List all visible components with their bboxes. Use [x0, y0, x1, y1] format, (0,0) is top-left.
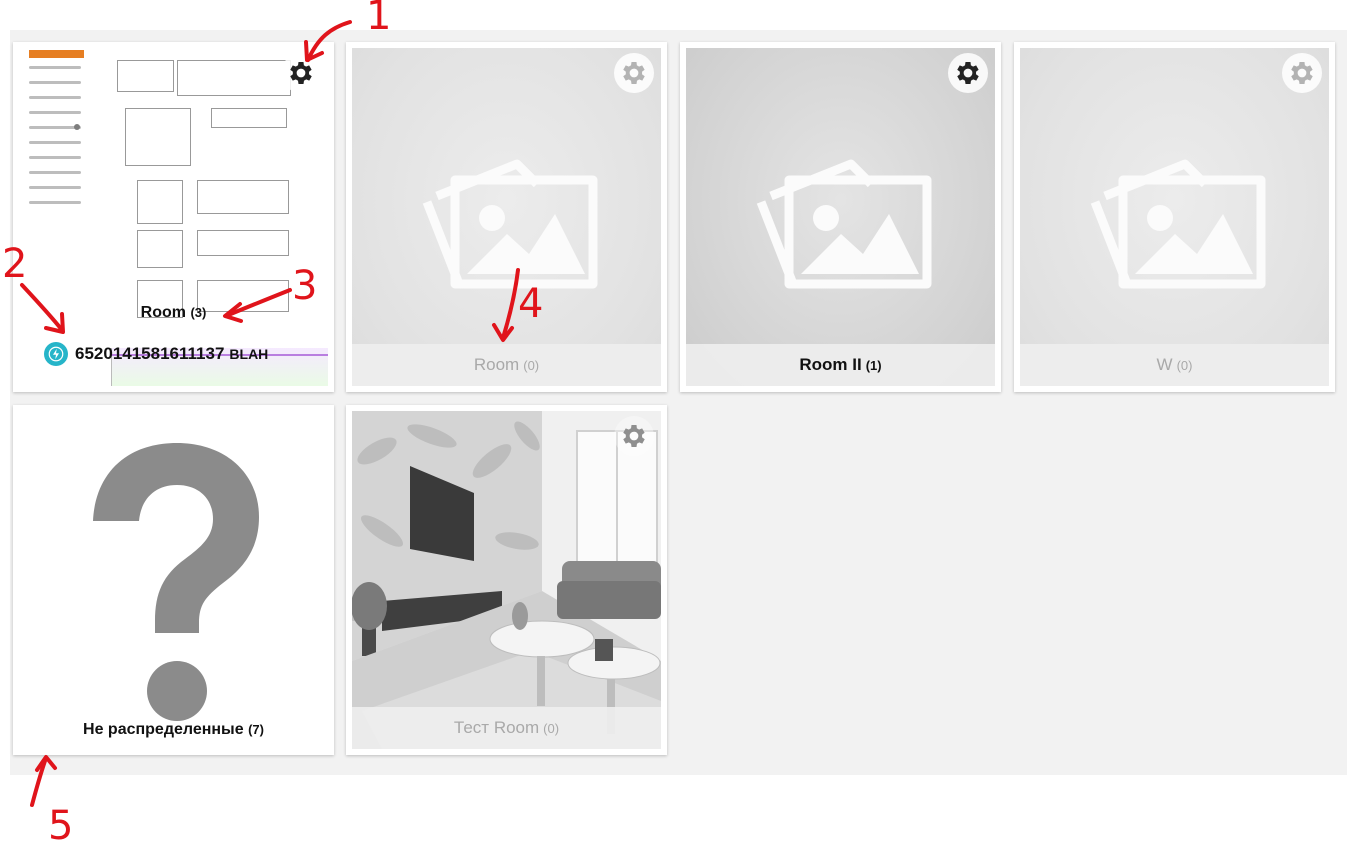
room-caption: Не распределенные (7)	[13, 721, 334, 739]
slider-track	[29, 66, 81, 69]
slider-track	[29, 171, 81, 174]
annotation-label: 1	[366, 0, 392, 39]
room-name: Тест Room	[453, 718, 540, 737]
room-count: (3)	[190, 305, 207, 320]
lightning-badge-icon	[44, 342, 68, 366]
room-card-room-2[interactable]: Room (0)	[346, 42, 667, 392]
gear-icon	[623, 62, 645, 84]
slider-track	[29, 96, 81, 99]
annotation-label: 3	[292, 263, 318, 309]
device-label: 6520141581611137 BLAH	[44, 342, 268, 366]
slider-knob	[74, 124, 80, 130]
doc-table	[137, 180, 183, 224]
room-caption: Тест Room (0)	[352, 707, 661, 749]
slider-track	[29, 81, 81, 84]
room-card-room-1[interactable]: Room (3) 6520141581611137 BLAH	[13, 42, 334, 392]
room-count: (0)	[543, 720, 560, 736]
gear-icon	[1291, 62, 1313, 84]
doc-table	[197, 180, 289, 214]
slider-track	[29, 111, 81, 114]
room-name: Room II	[799, 355, 862, 374]
annotation-label: 5	[48, 803, 74, 849]
image-placeholder-icon	[422, 159, 598, 289]
room-count: (0)	[1176, 357, 1193, 373]
room-count: (0)	[523, 357, 540, 373]
room-name: Room	[140, 304, 186, 321]
image-placeholder-icon	[756, 159, 932, 289]
room-card-w[interactable]: W (0)	[1014, 42, 1335, 392]
slider-track	[29, 141, 81, 144]
unassigned-thumbnail	[19, 411, 328, 749]
question-mark-icon	[93, 443, 259, 721]
room-count: (1)	[865, 357, 882, 373]
annotation-label: 4	[518, 281, 544, 327]
doc-table	[197, 230, 289, 256]
settings-button[interactable]	[1282, 53, 1322, 93]
room-card-room-ii[interactable]: Room II (1)	[680, 42, 1001, 392]
annotation-label: 2	[2, 241, 28, 287]
settings-button[interactable]	[281, 53, 321, 93]
settings-button[interactable]	[614, 416, 654, 456]
room-card-test-room[interactable]: Тест Room (0)	[346, 405, 667, 755]
room-thumbnail-placeholder: Room II (1)	[686, 48, 995, 386]
room-name: Не распределенные	[83, 721, 244, 738]
room-count: (7)	[248, 722, 264, 737]
settings-button[interactable]	[614, 53, 654, 93]
doc-table	[177, 60, 291, 96]
doc-table	[211, 108, 287, 128]
device-suffix: BLAH	[229, 346, 269, 362]
doc-table	[137, 230, 183, 268]
room-caption: W (0)	[1020, 344, 1329, 386]
gear-icon	[957, 62, 979, 84]
image-placeholder-icon	[1090, 159, 1266, 289]
slider-track	[29, 201, 81, 204]
room-photo	[352, 411, 661, 749]
slider-track	[29, 156, 81, 159]
room-card-unassigned[interactable]: Не распределенные (7)	[13, 405, 334, 755]
room-caption: Room II (1)	[686, 344, 995, 386]
slider-header	[29, 50, 84, 58]
doc-table	[125, 108, 191, 166]
room-name: W	[1156, 355, 1173, 374]
room-thumbnail-document	[19, 48, 328, 386]
gear-icon	[623, 425, 645, 447]
room-caption: Room (0)	[352, 344, 661, 386]
slider-track	[29, 186, 81, 189]
settings-button[interactable]	[948, 53, 988, 93]
doc-table	[117, 60, 174, 92]
room-thumbnail-placeholder: W (0)	[1020, 48, 1329, 386]
device-id: 6520141581611137	[75, 344, 225, 363]
room-thumbnail-photo: Тест Room (0)	[352, 411, 661, 749]
gear-icon	[290, 62, 312, 84]
room-name: Room	[473, 355, 520, 374]
room-thumbnail-placeholder: Room (0)	[352, 48, 661, 386]
room-caption: Room (3)	[13, 304, 334, 322]
